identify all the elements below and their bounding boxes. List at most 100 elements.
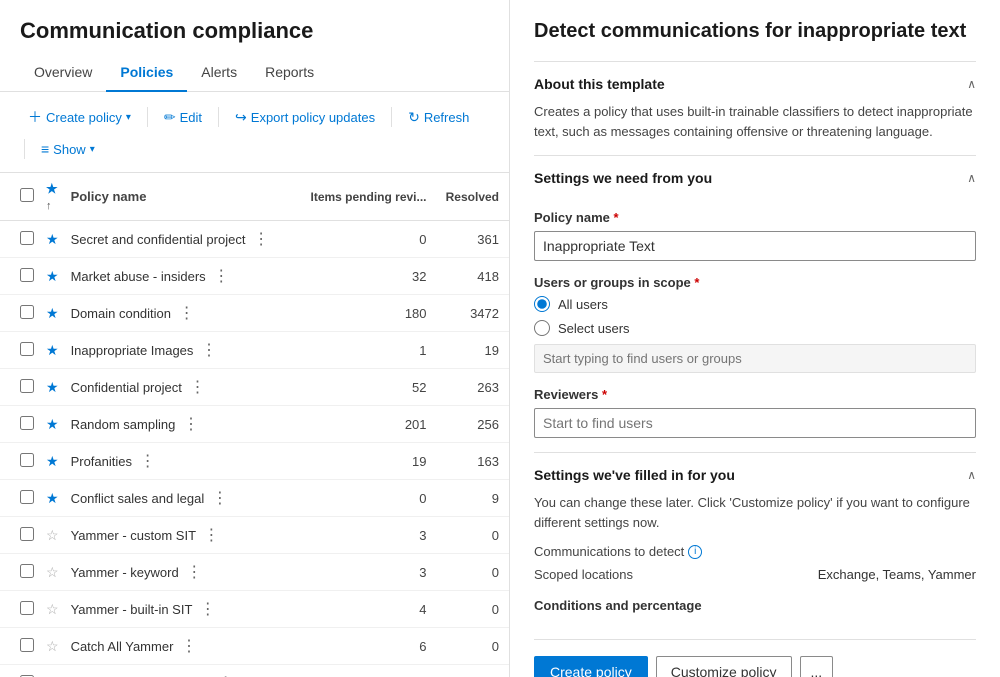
create-policy-button[interactable]: ＋ Create policy ▾	[20, 102, 139, 132]
sort-arrow: ↑	[46, 200, 52, 212]
tab-reports[interactable]: Reports	[251, 54, 328, 92]
row-checkbox[interactable]	[20, 453, 34, 467]
row-policy-name[interactable]: Yammer - custom SIT ⋮	[65, 517, 295, 554]
row-menu-button[interactable]: ⋮	[179, 414, 203, 434]
about-section-header[interactable]: About this template ∧	[534, 62, 976, 102]
row-policy-name[interactable]: Market abuse - insiders ⋮	[65, 258, 295, 295]
row-policy-name[interactable]: Yammer - keyword ⋮	[65, 554, 295, 591]
row-star-cell: ☆	[40, 591, 65, 628]
row-checkbox[interactable]	[20, 342, 34, 356]
row-menu-button[interactable]: ⋮	[249, 229, 273, 249]
row-checkbox[interactable]	[20, 564, 34, 578]
row-policy-name[interactable]: Random sampling ⋮	[65, 406, 295, 443]
refresh-button[interactable]: ↻ Refresh	[400, 104, 477, 131]
radio-select-users[interactable]: Select users	[534, 320, 976, 336]
policy-name-input[interactable]	[534, 231, 976, 261]
reviewers-input[interactable]	[534, 408, 976, 438]
table-row: ★ Secret and confidential project ⋮ 0 36…	[0, 221, 509, 258]
tab-alerts[interactable]: Alerts	[187, 54, 251, 92]
row-checkbox[interactable]	[20, 490, 34, 504]
row-policy-name[interactable]: Domain condition ⋮	[65, 295, 295, 332]
info-icon[interactable]: i	[688, 545, 702, 559]
toolbar-separator-3	[391, 107, 392, 127]
row-policy-name[interactable]: Inappropriate Images ⋮	[65, 332, 295, 369]
users-search-input[interactable]	[534, 344, 976, 373]
table-row: ★ Market abuse - insiders ⋮ 32 418	[0, 258, 509, 295]
row-checkbox[interactable]	[20, 527, 34, 541]
row-menu-button[interactable]: ⋮	[136, 451, 160, 471]
row-policy-name[interactable]: Emails without bulk filter ⋮	[65, 665, 295, 677]
users-scope-label: Users or groups in scope *	[534, 275, 976, 290]
row-policy-name[interactable]: Catch All Yammer ⋮	[65, 628, 295, 665]
star-filled-icon[interactable]: ★	[46, 305, 59, 321]
star-empty-icon[interactable]: ☆	[46, 638, 59, 654]
row-policy-name[interactable]: Confidential project ⋮	[65, 369, 295, 406]
row-policy-name[interactable]: Profanities ⋮	[65, 443, 295, 480]
row-checkbox[interactable]	[20, 638, 34, 652]
radio-select-users-input[interactable]	[534, 320, 550, 336]
row-menu-button[interactable]: ⋮	[175, 303, 199, 323]
edit-button[interactable]: ✏ Edit	[156, 104, 210, 131]
select-all-checkbox[interactable]	[20, 188, 34, 202]
filled-section-desc: You can change these later. Click 'Custo…	[534, 493, 976, 532]
row-policy-name[interactable]: Yammer - built-in SIT ⋮	[65, 591, 295, 628]
tab-overview[interactable]: Overview	[20, 54, 106, 92]
row-policy-name[interactable]: Conflict sales and legal ⋮	[65, 480, 295, 517]
star-sort-icon[interactable]: ★	[46, 181, 58, 196]
row-star-cell: ★	[40, 443, 65, 480]
row-policy-name[interactable]: Secret and confidential project ⋮	[65, 221, 295, 258]
star-empty-icon[interactable]: ☆	[46, 527, 59, 543]
row-checkbox[interactable]	[20, 268, 34, 282]
star-filled-icon[interactable]: ★	[46, 416, 59, 432]
star-filled-icon[interactable]: ★	[46, 490, 59, 506]
row-checkbox[interactable]	[20, 379, 34, 393]
row-menu-button[interactable]: ⋮	[214, 673, 238, 677]
row-menu-button[interactable]: ⋮	[197, 340, 221, 360]
row-checkbox[interactable]	[20, 305, 34, 319]
customize-policy-button[interactable]: Customize policy	[656, 656, 792, 677]
col-resolved: Resolved	[435, 173, 509, 221]
about-section: About this template ∧ Creates a policy t…	[534, 61, 976, 155]
settings-section-content: Policy name * Users or groups in scope *…	[534, 210, 976, 452]
star-empty-icon[interactable]: ☆	[46, 564, 59, 580]
edit-icon: ✏	[164, 109, 176, 126]
row-menu-button[interactable]: ⋮	[209, 266, 233, 286]
table-row: ★ Inappropriate Images ⋮ 1 19	[0, 332, 509, 369]
export-button[interactable]: ↪ Export policy updates	[227, 104, 383, 131]
row-pending: 3	[295, 554, 435, 591]
show-button[interactable]: ≡ Show ▾	[33, 136, 103, 162]
star-filled-icon[interactable]: ★	[46, 268, 59, 284]
star-empty-icon[interactable]: ☆	[46, 601, 59, 617]
right-panel: Detect communications for inappropriate …	[510, 0, 1000, 677]
row-resolved: 263	[435, 369, 509, 406]
radio-all-users[interactable]: All users	[534, 296, 976, 312]
row-pending: 244	[295, 665, 435, 677]
filled-section-header[interactable]: Settings we've filled in for you ∧	[534, 453, 976, 493]
star-filled-icon[interactable]: ★	[46, 231, 59, 247]
table-row: ★ Random sampling ⋮ 201 256	[0, 406, 509, 443]
row-menu-button[interactable]: ⋮	[199, 525, 223, 545]
table-row: ☆ Catch All Yammer ⋮ 6 0	[0, 628, 509, 665]
create-policy-action-button[interactable]: Create policy	[534, 656, 648, 677]
row-menu-button[interactable]: ⋮	[177, 636, 201, 656]
row-checkbox[interactable]	[20, 416, 34, 430]
settings-chevron-icon: ∧	[967, 171, 976, 185]
row-menu-button[interactable]: ⋮	[185, 377, 209, 397]
radio-all-users-input[interactable]	[534, 296, 550, 312]
star-filled-icon[interactable]: ★	[46, 379, 59, 395]
row-checkbox[interactable]	[20, 231, 34, 245]
filled-section-content: You can change these later. Click 'Custo…	[534, 493, 976, 631]
row-menu-button[interactable]: ⋮	[182, 562, 206, 582]
tab-policies[interactable]: Policies	[106, 54, 187, 92]
more-actions-button[interactable]: ...	[800, 656, 834, 677]
row-menu-button[interactable]: ⋮	[208, 488, 232, 508]
row-checkbox[interactable]	[20, 601, 34, 615]
right-panel-title: Detect communications for inappropriate …	[534, 20, 976, 43]
star-filled-icon[interactable]: ★	[46, 342, 59, 358]
nav-tabs: Overview Policies Alerts Reports	[0, 54, 509, 92]
row-menu-button[interactable]: ⋮	[196, 599, 220, 619]
settings-section-header[interactable]: Settings we need from you ∧	[534, 156, 976, 196]
table-row: ★ Profanities ⋮ 19 163	[0, 443, 509, 480]
about-section-desc: Creates a policy that uses built-in trai…	[534, 102, 976, 141]
star-filled-icon[interactable]: ★	[46, 453, 59, 469]
